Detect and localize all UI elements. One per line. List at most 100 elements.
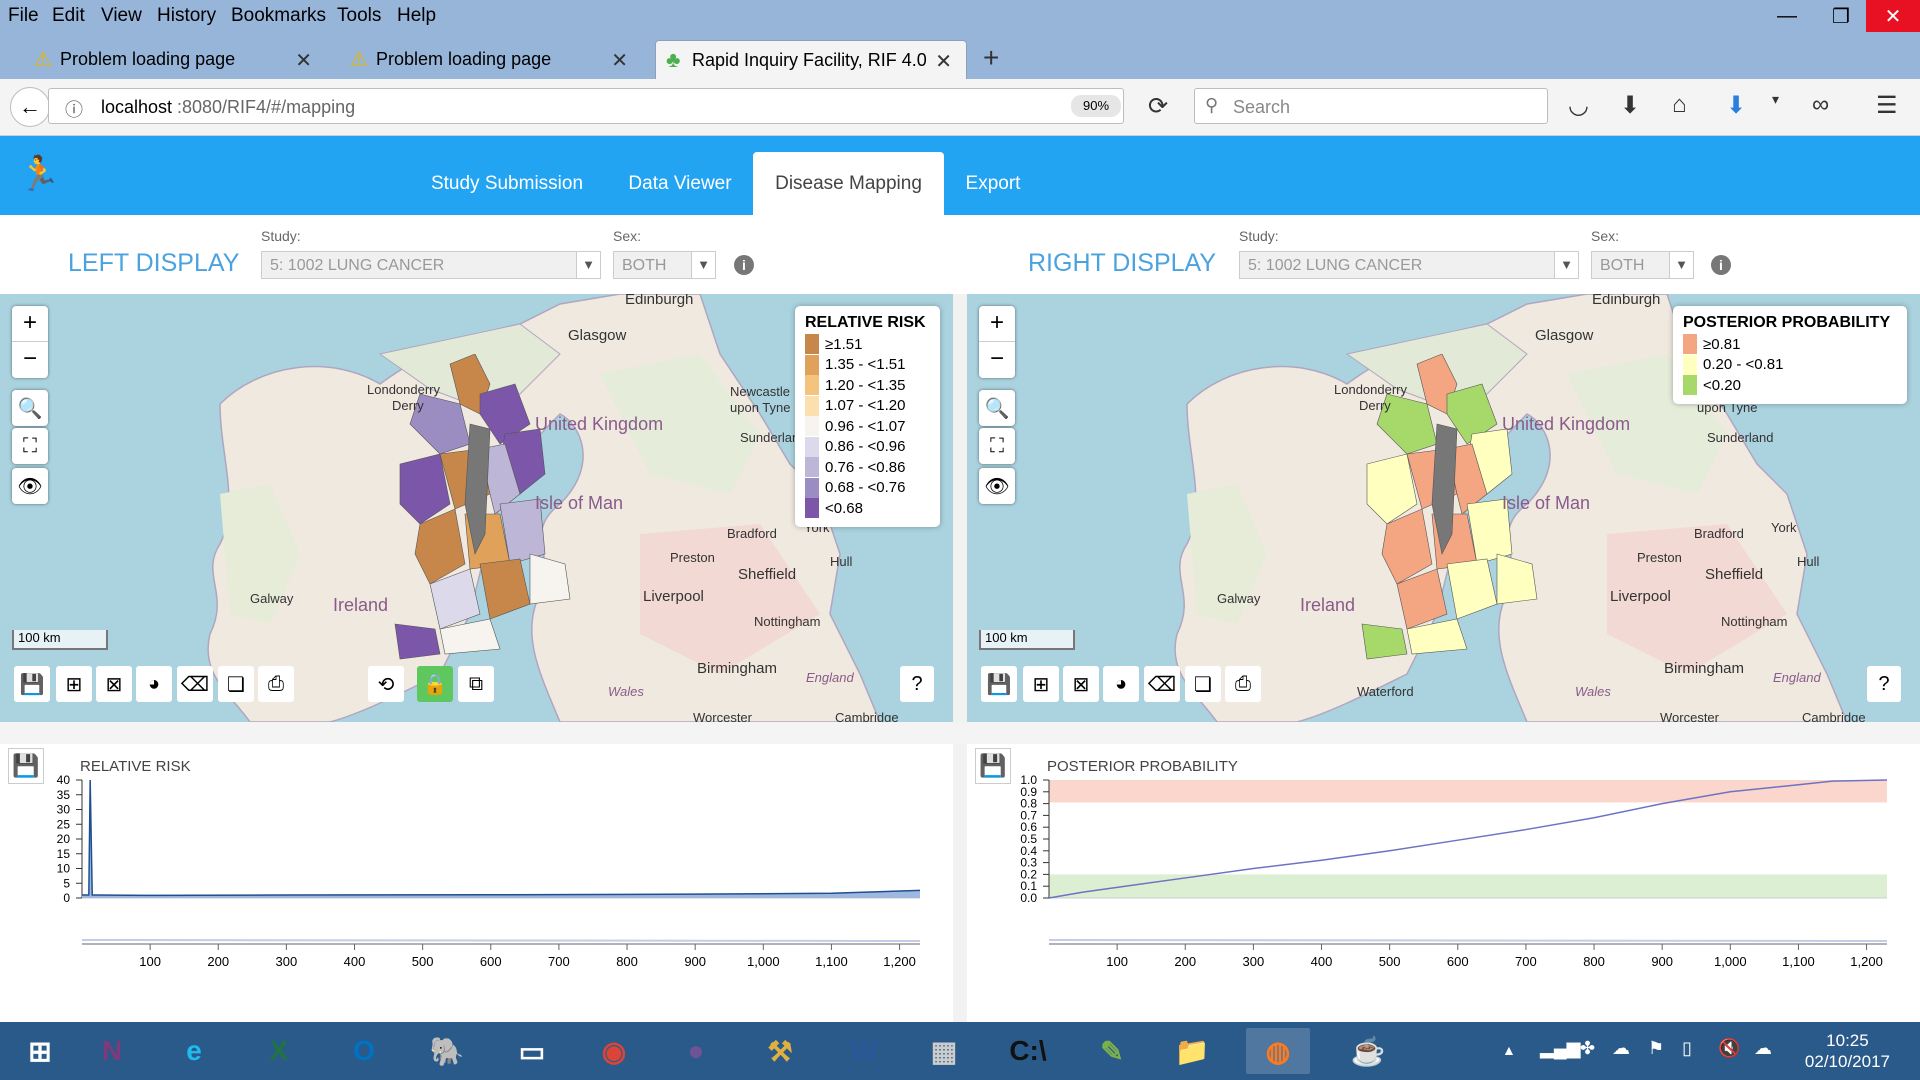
reload-icon[interactable]: ⟳ xyxy=(1148,92,1168,121)
link-icon[interactable]: ⧉ xyxy=(458,666,494,702)
globe-icon[interactable]: ◕ xyxy=(1103,666,1139,702)
mask-icon[interactable]: ∞ xyxy=(1812,91,1829,119)
eraser-icon[interactable]: ⌫ xyxy=(1144,666,1180,702)
help-icon[interactable]: ? xyxy=(1867,666,1901,702)
close-icon[interactable]: ✕ xyxy=(295,48,312,73)
menu-file[interactable]: File xyxy=(8,5,39,27)
magnify-icon[interactable]: 🔍 xyxy=(979,390,1015,426)
eye-hide-icon[interactable]: 👁 xyxy=(12,468,48,504)
save-map-icon[interactable]: 💾 xyxy=(14,666,50,702)
nav-data-viewer[interactable]: Data Viewer xyxy=(612,152,748,215)
globe-icon[interactable]: ◕ xyxy=(136,666,172,702)
right-info-icon[interactable]: i xyxy=(1711,255,1731,275)
left-info-icon[interactable]: i xyxy=(734,255,754,275)
back-button[interactable]: ← xyxy=(10,87,50,127)
dropdown-icon[interactable]: ▾ xyxy=(1772,91,1779,108)
excel-icon[interactable]: X xyxy=(247,1028,311,1074)
left-study-select[interactable]: 5: 1002 LUNG CANCER ▼ xyxy=(261,251,601,279)
fullscreen-icon[interactable]: ⛶ xyxy=(979,428,1015,464)
tab-rif[interactable]: ♣ Rapid Inquiry Facility, RIF 4.0 ✕ xyxy=(655,40,967,79)
layers-icon[interactable]: ❏ xyxy=(1185,666,1221,702)
lock-icon[interactable]: 🔒 xyxy=(417,666,453,702)
zoom-extent-icon[interactable]: ⊞ xyxy=(1023,666,1059,702)
menu-history[interactable]: History xyxy=(157,5,216,27)
zoom-in-button[interactable]: + xyxy=(979,306,1015,342)
layers-icon[interactable]: ❏ xyxy=(218,666,254,702)
clock[interactable]: 10:25 02/10/2017 xyxy=(1805,1030,1890,1072)
menu-tools[interactable]: Tools xyxy=(337,5,381,27)
magnify-icon[interactable]: 🔍 xyxy=(12,390,48,426)
zoom-out-button[interactable]: − xyxy=(12,342,48,378)
nav-study-submission[interactable]: Study Submission xyxy=(419,152,595,215)
info-icon[interactable]: ⓘ xyxy=(65,96,83,122)
export-map-icon[interactable]: ⎙ xyxy=(1225,666,1261,702)
dropbox-icon[interactable]: ✤ xyxy=(1580,1038,1595,1059)
help-icon[interactable]: ? xyxy=(900,666,934,702)
export-map-icon[interactable]: ⎙ xyxy=(258,666,294,702)
download-icon[interactable]: ⬇ xyxy=(1620,91,1640,120)
close-window-button[interactable]: ✕ xyxy=(1866,0,1920,32)
right-sex-select[interactable]: BOTH ▼ xyxy=(1591,251,1694,279)
menu-edit[interactable]: Edit xyxy=(52,5,85,27)
file-icon[interactable]: ▭ xyxy=(500,1028,564,1074)
hamburger-menu-icon[interactable]: ☰ xyxy=(1876,91,1898,120)
posterior-probability-chart[interactable]: 1.00.90.80.70.60.50.40.30.20.10.0100 200 3… xyxy=(967,744,1920,1022)
word-icon[interactable]: W xyxy=(832,1028,896,1074)
postgresql-icon[interactable]: 🐘 xyxy=(415,1028,479,1074)
firefox-icon[interactable]: ◍ xyxy=(1246,1028,1310,1074)
close-icon[interactable]: ✕ xyxy=(935,49,952,74)
minimize-button[interactable]: — xyxy=(1760,0,1814,32)
save-map-icon[interactable]: 💾 xyxy=(981,666,1017,702)
zoom-extent-icon[interactable]: ⊞ xyxy=(56,666,92,702)
menu-bookmarks[interactable]: Bookmarks xyxy=(231,5,326,27)
calculator-icon[interactable]: ▦ xyxy=(912,1028,976,1074)
relative-risk-chart[interactable]: 4035302520151050 100 200 300 400 500 600 700 800… xyxy=(0,744,953,1022)
maximize-button[interactable]: ❐ xyxy=(1814,0,1868,32)
internet-explorer-icon[interactable]: e xyxy=(162,1028,226,1074)
download-manager-icon[interactable]: ⬇ xyxy=(1726,91,1746,120)
tools-icon[interactable]: ⚒ xyxy=(748,1028,812,1074)
refresh-icon[interactable]: ⟲ xyxy=(368,666,404,702)
close-icon[interactable]: ✕ xyxy=(611,48,628,73)
mute-icon[interactable]: 🔇 xyxy=(1718,1038,1740,1059)
flag-icon[interactable]: ⚑ xyxy=(1648,1038,1664,1059)
pocket-icon[interactable]: ◡ xyxy=(1568,91,1589,120)
eye-hide-icon[interactable]: 👁 xyxy=(979,468,1015,504)
zoom-indicator[interactable]: 90% xyxy=(1071,95,1121,117)
tray-up-icon[interactable]: ▲ xyxy=(1502,1042,1516,1058)
network-icon[interactable]: ▂▄▆ xyxy=(1540,1038,1580,1059)
onedrive-icon[interactable]: ☁ xyxy=(1754,1038,1772,1059)
chrome-icon[interactable]: ◉ xyxy=(582,1028,646,1074)
onenote-icon[interactable]: N xyxy=(80,1028,144,1074)
zoom-in-button[interactable]: + xyxy=(12,306,48,342)
tab-problem-1[interactable]: ⚠ Problem loading page ✕ xyxy=(24,40,326,79)
new-tab-button[interactable]: + xyxy=(983,42,999,74)
search-field[interactable]: ⚲ Search xyxy=(1194,88,1548,124)
fullscreen-icon[interactable]: ⛶ xyxy=(12,428,48,464)
windows-start-icon[interactable]: ⊞ xyxy=(8,1028,72,1074)
home-icon[interactable]: ⌂ xyxy=(1672,91,1687,119)
battery-icon[interactable]: ▯ xyxy=(1682,1038,1692,1059)
left-sex-select[interactable]: BOTH ▼ xyxy=(613,251,716,279)
cloud-upload-icon[interactable]: ☁ xyxy=(1612,1038,1630,1059)
x-tick-label: 600 xyxy=(480,954,502,969)
right-map[interactable]: Edinburgh Glasgow Londonderry Derry upon… xyxy=(967,294,1920,722)
zoom-selection-icon[interactable]: ⊠ xyxy=(1063,666,1099,702)
url-bar[interactable]: ⓘ localhost :8080/RIF4/#/mapping 90% xyxy=(48,88,1124,124)
left-map[interactable]: Edinburgh Glasgow Londonderry Derry Newc… xyxy=(0,294,953,722)
eraser-icon[interactable]: ⌫ xyxy=(177,666,213,702)
editor-icon[interactable]: ✎ xyxy=(1080,1028,1144,1074)
zoom-out-button[interactable]: − xyxy=(979,342,1015,378)
terminal-icon[interactable]: C:\ xyxy=(996,1028,1060,1074)
nav-disease-mapping[interactable]: Disease Mapping xyxy=(753,152,944,215)
java-icon[interactable]: ☕ xyxy=(1336,1028,1400,1074)
github-icon[interactable]: ● xyxy=(664,1028,728,1074)
nav-export[interactable]: Export xyxy=(952,152,1034,215)
zoom-selection-icon[interactable]: ⊠ xyxy=(96,666,132,702)
right-study-select[interactable]: 5: 1002 LUNG CANCER ▼ xyxy=(1239,251,1579,279)
menu-help[interactable]: Help xyxy=(397,5,436,27)
tab-problem-2[interactable]: ⚠ Problem loading page ✕ xyxy=(340,40,642,79)
outlook-icon[interactable]: O xyxy=(332,1028,396,1074)
menu-view[interactable]: View xyxy=(101,5,142,27)
explorer-icon[interactable]: 📁 xyxy=(1160,1028,1224,1074)
